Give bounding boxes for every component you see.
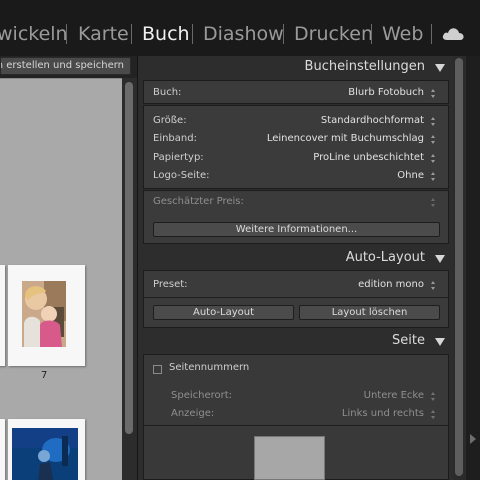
page-grid: 7 [0, 78, 122, 480]
module-map[interactable]: Karte [78, 20, 129, 48]
photo-thumbnail [22, 281, 66, 347]
paper-select[interactable]: ProLine unbeschichtet [313, 152, 424, 163]
page-number: 7 [41, 370, 48, 381]
page-section-title: Seite [392, 333, 425, 348]
display-label: Anzeige: [171, 408, 215, 419]
book-page[interactable] [8, 419, 85, 480]
page-numbers-checkbox[interactable] [153, 365, 162, 374]
book-select[interactable]: Blurb Fotobuch [348, 87, 424, 98]
cloud-icon[interactable] [441, 25, 465, 41]
create-save-book-label: uch erstellen und speichern [1, 60, 124, 71]
logo-page-select[interactable]: Ohne [397, 170, 424, 181]
module-separator [131, 24, 132, 44]
collapse-triangle-icon[interactable] [435, 255, 445, 263]
right-scrollbar-thumb[interactable] [455, 58, 463, 476]
location-select[interactable]: Untere Ecke [364, 390, 424, 401]
dropdown-arrows-icon[interactable] [431, 410, 436, 419]
module-separator [192, 24, 193, 44]
photo-thumbnail [12, 428, 78, 480]
module-develop[interactable]: wickeln [0, 20, 68, 48]
collapse-triangle-icon[interactable] [435, 64, 445, 72]
size-label: Größe: [153, 115, 187, 126]
module-picker: wickeln Karte Buch Diashow Drucken Web [0, 0, 480, 56]
logo-page-label: Logo-Seite: [153, 170, 210, 181]
panel-collapse-arrow-icon[interactable] [470, 434, 476, 444]
auto-layout-header[interactable]: Auto-Layout [138, 248, 453, 270]
module-separator [283, 24, 284, 44]
book-settings-title: Bucheinstellungen [304, 59, 425, 74]
clear-layout-button[interactable]: Layout löschen [299, 305, 440, 320]
dropdown-arrows-icon[interactable] [431, 117, 436, 126]
page-section-header[interactable]: Seite [138, 331, 453, 353]
book-label: Buch: [153, 87, 182, 98]
module-book[interactable]: Buch [142, 20, 190, 48]
collapse-triangle-icon[interactable] [435, 338, 445, 346]
module-print[interactable]: Drucken [294, 20, 373, 48]
book-page[interactable] [0, 419, 5, 480]
module-separator [371, 24, 372, 44]
group-divider [144, 425, 448, 426]
price-label: Geschätzter Preis: [153, 196, 244, 207]
page-numbers-label[interactable]: Seitennummern [169, 362, 249, 373]
module-web[interactable]: Web [382, 20, 423, 48]
paper-label: Papiertyp: [153, 152, 204, 163]
book-page[interactable] [0, 265, 5, 366]
dropdown-arrows-icon[interactable] [431, 89, 436, 98]
create-save-book-button[interactable]: uch erstellen und speichern [0, 57, 131, 75]
display-select[interactable]: Links und rechts [342, 408, 424, 419]
book-options-group: Größe: Standardhochformat Einband: Leine… [143, 105, 449, 189]
module-separator [431, 24, 432, 44]
auto-layout-button[interactable]: Auto-Layout [153, 305, 294, 320]
group-divider [144, 297, 448, 298]
page-preview [254, 436, 325, 480]
auto-layout-title: Auto-Layout [345, 250, 425, 265]
preset-select[interactable]: edition mono [358, 279, 424, 290]
size-select[interactable]: Standardhochformat [321, 115, 424, 126]
dropdown-arrows-icon[interactable] [431, 281, 436, 290]
right-panel-edge [466, 56, 480, 480]
module-separator [66, 24, 67, 44]
preset-label: Preset: [153, 279, 188, 290]
dropdown-arrows-icon[interactable] [431, 172, 436, 181]
module-slideshow[interactable]: Diashow [203, 20, 284, 48]
book-type-group: Buch: Blurb Fotobuch [143, 80, 449, 104]
left-scrollbar-thumb[interactable] [125, 82, 133, 434]
dropdown-arrows-icon[interactable] [431, 154, 436, 163]
binding-select[interactable]: Leinencover mit Buchumschlag [267, 133, 424, 144]
price-group: Geschätzter Preis: Weitere Informationen… [143, 190, 449, 244]
dropdown-arrows-icon[interactable] [431, 135, 436, 144]
location-label: Speicherort: [171, 390, 233, 401]
book-settings-header[interactable]: Bucheinstellungen [138, 57, 453, 79]
binding-label: Einband: [153, 133, 197, 144]
more-info-button[interactable]: Weitere Informationen... [153, 222, 440, 237]
book-page[interactable] [8, 265, 85, 366]
dropdown-arrows-icon [431, 198, 436, 207]
auto-layout-group: Preset: edition mono Auto-Layout Layout … [143, 270, 449, 328]
dropdown-arrows-icon[interactable] [431, 392, 436, 401]
